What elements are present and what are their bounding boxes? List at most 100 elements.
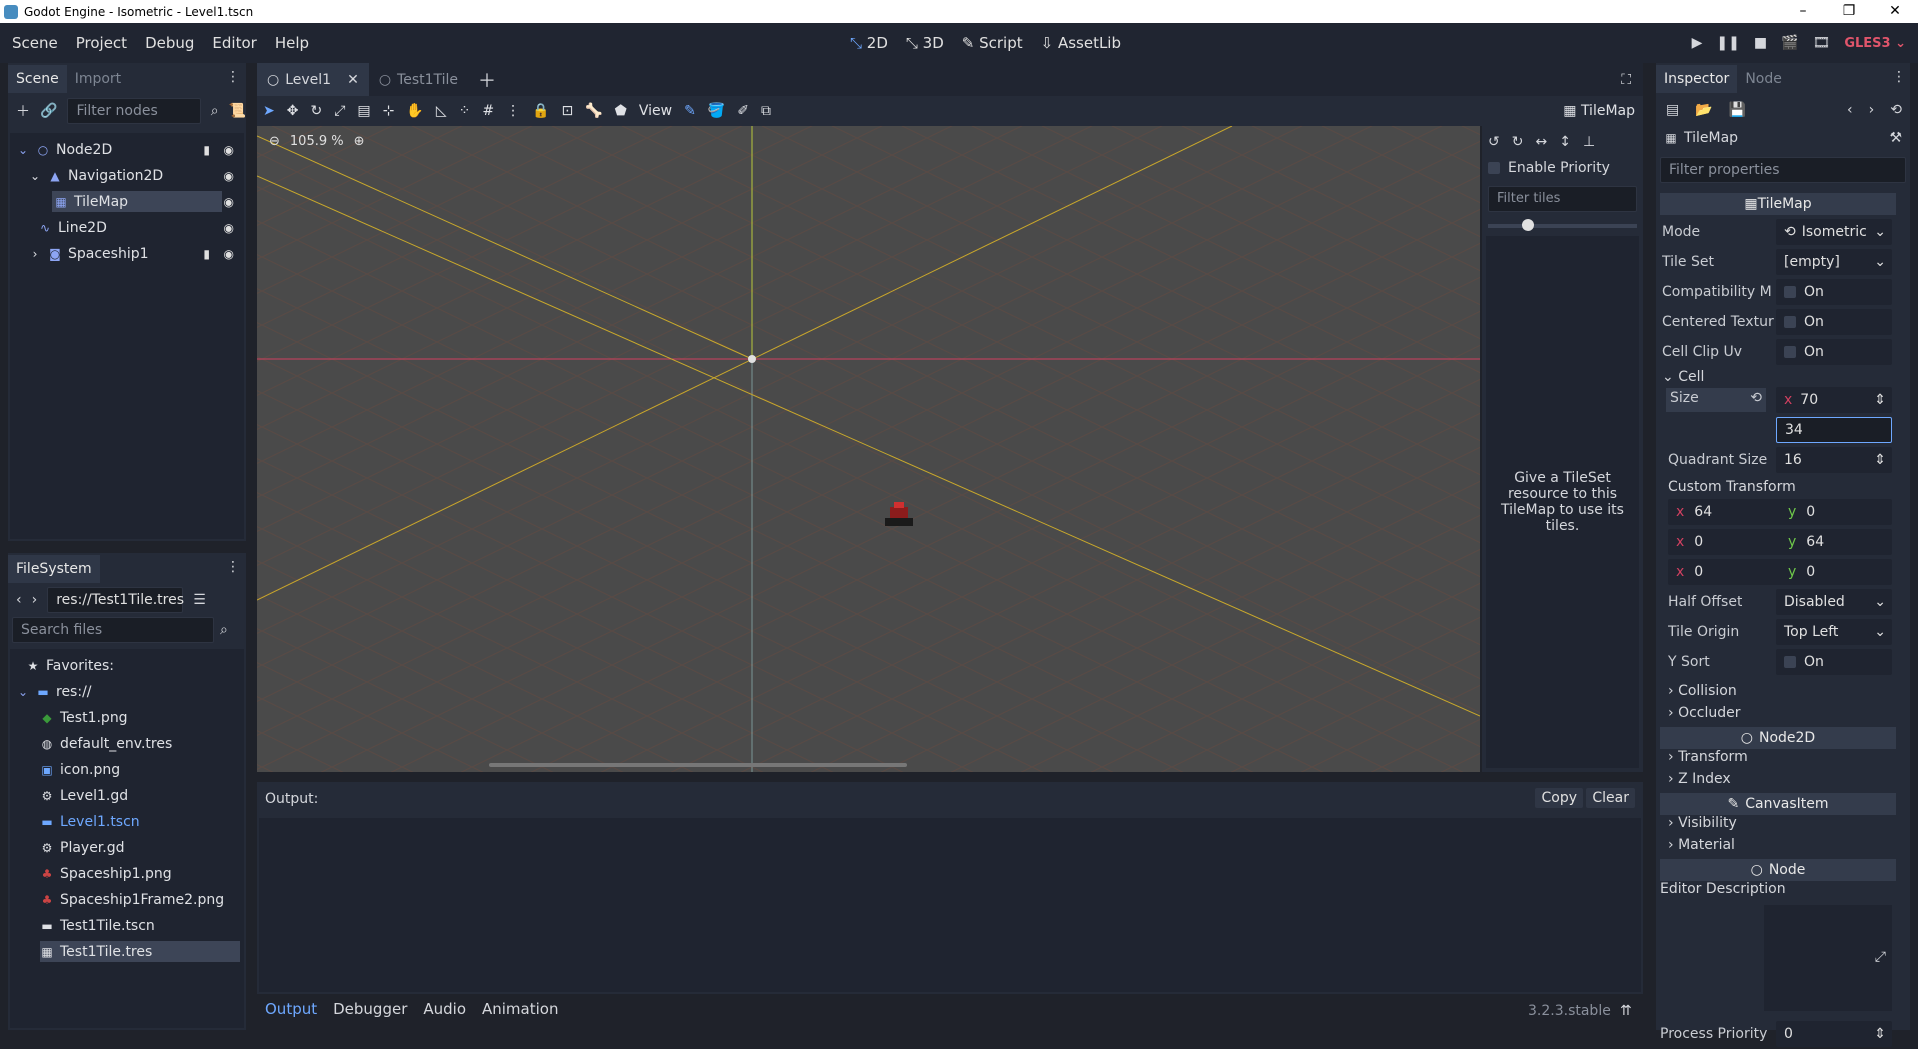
file-item[interactable]: ▬ Test1Tile.tscn xyxy=(40,915,154,936)
tree-node-line2d[interactable]: ∿ Line2D ◉ xyxy=(38,217,244,238)
pivot-tool-icon[interactable]: ⊹ xyxy=(383,103,395,119)
open-resource-icon[interactable]: 📂 xyxy=(1695,102,1712,118)
polygon-icon[interactable]: ⬟ xyxy=(615,103,627,119)
tile-origin-select[interactable]: Top Left ⌄ xyxy=(1776,619,1892,645)
visibility-section-toggle[interactable]: › Visibility xyxy=(1668,815,1737,831)
file-item[interactable]: ▣ icon.png xyxy=(40,759,120,780)
flip-h-icon[interactable]: ↔ xyxy=(1535,134,1547,150)
object-selector[interactable]: ▦ TileMap ⚒ xyxy=(1656,125,1910,151)
centered-checkbox[interactable]: On xyxy=(1776,309,1892,335)
workspace-2d-button[interactable]: ⤡ 2D xyxy=(850,34,888,52)
material-section-toggle[interactable]: › Material xyxy=(1668,837,1735,853)
script-icon[interactable]: ▮ xyxy=(203,247,210,261)
path-field[interactable]: res://Test1Tile.tres xyxy=(47,587,184,613)
size-x-field[interactable]: x 70 ⇕ xyxy=(1776,387,1892,413)
zindex-section-toggle[interactable]: › Z Index xyxy=(1668,771,1731,787)
play-custom-scene-icon[interactable]: 🎞 xyxy=(1813,35,1831,51)
tile-zoom-slider[interactable] xyxy=(1488,219,1637,231)
ct-y1-field[interactable]: y0 xyxy=(1780,499,1892,525)
visibility-eye-icon[interactable]: ◉ xyxy=(224,247,234,261)
tab-node[interactable]: Node xyxy=(1737,65,1790,93)
transform-section-toggle[interactable]: › Transform xyxy=(1668,749,1748,765)
rotate-left-icon[interactable]: ↺ xyxy=(1488,134,1500,150)
list-select-icon[interactable]: ▤ xyxy=(357,103,370,119)
favorites-item[interactable]: ★ Favorites: xyxy=(26,655,114,676)
chevron-down-icon[interactable]: ⌄ xyxy=(16,685,30,699)
add-tab-icon[interactable]: ＋ xyxy=(468,67,506,93)
more-icon[interactable]: ⋮ xyxy=(506,103,520,119)
file-item[interactable]: ♣ Spaceship1.png xyxy=(40,863,172,884)
search-files-input[interactable]: Search files xyxy=(12,617,214,643)
tab-import[interactable]: Import xyxy=(67,65,129,93)
tab-level1[interactable]: ○ Level1 ✕ xyxy=(257,63,369,96)
move-tool-icon[interactable]: ✥ xyxy=(287,103,299,119)
script-icon[interactable]: ▮ xyxy=(203,143,210,157)
pencil-icon[interactable]: ✎ xyxy=(684,103,696,119)
occluder-section-toggle[interactable]: › Occluder xyxy=(1668,705,1741,721)
tab-inspector[interactable]: Inspector xyxy=(1656,65,1738,93)
revert-icon[interactable]: ⟲ xyxy=(1750,390,1762,406)
object-tools-icon[interactable]: ⚒ xyxy=(1889,130,1902,146)
attach-script-icon[interactable]: 📜 xyxy=(229,103,246,119)
rotate-tool-icon[interactable]: ↻ xyxy=(310,103,322,119)
distraction-free-icon[interactable]: ⛶ xyxy=(1621,72,1631,88)
workspace-3d-button[interactable]: ⤡ 3D xyxy=(906,34,944,52)
file-item[interactable]: ◍ default_env.tres xyxy=(40,733,173,754)
workspace-assetlib-button[interactable]: ⇩ AssetLib xyxy=(1041,34,1121,52)
forward-icon[interactable]: › xyxy=(32,592,38,608)
ct-y3-field[interactable]: y0 xyxy=(1780,559,1892,585)
menu-project[interactable]: Project xyxy=(67,34,136,52)
menu-editor[interactable]: Editor xyxy=(203,34,265,52)
picker-icon[interactable]: ✐ xyxy=(737,103,749,119)
ct-y2-field[interactable]: y 64 xyxy=(1780,529,1892,555)
renderer-select[interactable]: GLES3 ⌄ xyxy=(1844,36,1906,51)
file-item[interactable]: ♣ Spaceship1Frame2.png xyxy=(40,889,225,910)
quadrant-size-field[interactable]: 16 ⇕ xyxy=(1776,447,1892,473)
half-offset-select[interactable]: Disabled ⌄ xyxy=(1776,589,1892,615)
rotate-right-icon[interactable]: ↻ xyxy=(1512,134,1524,150)
file-item[interactable]: ⚙ Player.gd xyxy=(40,837,125,858)
group-icon[interactable]: ⊡ xyxy=(562,103,574,119)
view-menu-button[interactable]: View xyxy=(639,103,672,119)
bone-icon[interactable]: 🦴 xyxy=(585,103,602,119)
zoom-out-icon[interactable]: ⊖ xyxy=(269,134,280,149)
menu-debug[interactable]: Debug xyxy=(136,34,203,52)
ruler-tool-icon[interactable]: ◺ xyxy=(436,103,447,119)
cell-section-toggle[interactable]: ⌄ Cell xyxy=(1662,369,1704,385)
file-item[interactable]: ⚙ Level1.gd xyxy=(40,785,128,806)
select-tool-icon[interactable]: ➤ xyxy=(263,103,275,119)
maximize-button[interactable]: ❐ xyxy=(1826,0,1872,23)
tab-animation[interactable]: Animation xyxy=(482,1000,558,1018)
tab-audio[interactable]: Audio xyxy=(423,1000,466,1018)
split-mode-icon[interactable]: ☰ xyxy=(193,592,206,608)
clear-transform-icon[interactable]: ⊥ xyxy=(1583,134,1595,150)
tree-node-spaceship1[interactable]: › ◙ Spaceship1 ▮ ◉ xyxy=(28,243,244,264)
visibility-eye-icon[interactable]: ◉ xyxy=(224,169,234,183)
tree-node-tilemap[interactable]: ▦ TileMap ◉ xyxy=(52,191,244,212)
history-back-icon[interactable]: ‹ xyxy=(1847,102,1853,118)
close-window-button[interactable]: ✕ xyxy=(1872,0,1918,23)
dock-menu-icon[interactable]: ⋮ xyxy=(226,559,240,575)
process-priority-field[interactable]: 0 ⇕ xyxy=(1776,1021,1892,1047)
new-resource-icon[interactable]: ▤ xyxy=(1666,102,1679,118)
filter-properties-input[interactable]: Filter properties xyxy=(1660,157,1906,183)
history-icon[interactable]: ⟲ xyxy=(1890,102,1902,118)
res-root-item[interactable]: ⌄ ▬ res:// xyxy=(16,681,92,702)
back-icon[interactable]: ‹ xyxy=(16,592,22,608)
save-resource-icon[interactable]: 💾 xyxy=(1729,102,1746,118)
tab-scene[interactable]: Scene xyxy=(8,65,67,93)
bucket-icon[interactable]: 🪣 xyxy=(708,103,725,119)
menu-scene[interactable]: Scene xyxy=(3,34,67,52)
dock-menu-icon[interactable]: ⋮ xyxy=(1892,69,1906,85)
file-item-selected[interactable]: ▦ Test1Tile.tres xyxy=(40,941,240,962)
workspace-script-button[interactable]: ✎ Script xyxy=(962,34,1023,52)
minimize-button[interactable]: – xyxy=(1780,0,1826,23)
filter-tiles-input[interactable]: Filter tiles xyxy=(1488,186,1637,212)
zoom-level[interactable]: 105.9 % xyxy=(290,134,344,149)
tab-output[interactable]: Output xyxy=(265,1000,317,1018)
visibility-eye-icon[interactable]: ◉ xyxy=(224,195,234,209)
expand-panel-icon[interactable]: ⇈ xyxy=(1620,1003,1632,1019)
copy-button[interactable]: Copy xyxy=(1535,788,1583,808)
filter-nodes-input[interactable]: Filter nodes xyxy=(67,98,201,124)
chevron-right-icon[interactable]: › xyxy=(28,247,42,261)
